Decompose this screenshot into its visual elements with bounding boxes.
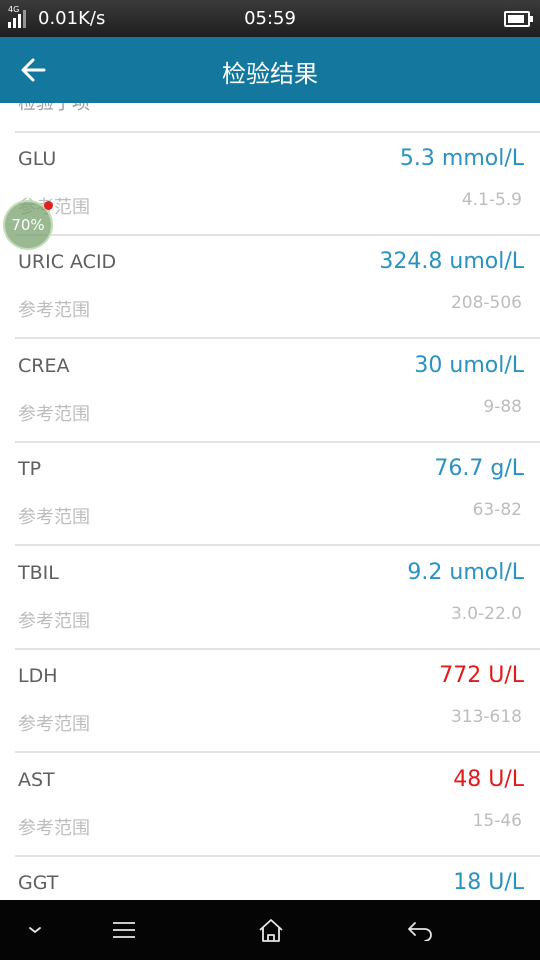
reference-range: 313-618 xyxy=(450,707,522,727)
test-value: 18 U/L xyxy=(453,870,524,895)
result-row-tbil[interactable]: TBIL 9.2 umol/L 参考范围 3.0-22.0 xyxy=(0,547,540,650)
test-name: LDH xyxy=(18,665,58,687)
page-title: 检验结果 xyxy=(222,60,318,88)
test-name: TBIL xyxy=(18,562,59,584)
test-name: GLU xyxy=(18,148,57,170)
reference-range: 3.0-22.0 xyxy=(450,604,522,624)
navigation-bar xyxy=(0,900,540,960)
reference-range: 208-506 xyxy=(450,293,522,313)
notification-dot xyxy=(44,201,53,210)
test-value: 5.3 mmol/L xyxy=(399,146,524,171)
reference-range: 4.1-5.9 xyxy=(461,190,522,210)
reference-label: 参考范围 xyxy=(18,300,90,321)
result-row-ggt[interactable]: GGT 18 U/L xyxy=(0,857,540,900)
test-value: 30 umol/L xyxy=(414,353,524,378)
memory-boost-bubble[interactable]: 70% xyxy=(3,200,53,250)
app-bar: 检验结果 xyxy=(0,37,540,103)
result-row-crea[interactable]: CREA 30 umol/L 参考范围 9-88 xyxy=(0,340,540,443)
reference-range: 9-88 xyxy=(483,397,522,417)
result-row-ast[interactable]: AST 48 U/L 参考范围 15-46 xyxy=(0,754,540,857)
divider xyxy=(15,751,540,753)
collapse-nav-button[interactable] xyxy=(0,900,70,960)
clock: 05:59 xyxy=(244,8,296,29)
reference-range: 15-46 xyxy=(472,811,522,831)
test-name: AST xyxy=(18,769,55,791)
test-name: URIC ACID xyxy=(18,251,117,273)
reference-label: 参考范围 xyxy=(18,714,90,735)
back-nav-button[interactable] xyxy=(385,900,455,960)
test-value: 324.8 umol/L xyxy=(379,249,524,274)
menu-icon xyxy=(113,922,135,938)
divider xyxy=(15,544,540,546)
test-value: 76.7 g/L xyxy=(434,456,524,481)
chevron-down-icon xyxy=(29,927,41,934)
battery-icon xyxy=(504,11,533,27)
test-name: GGT xyxy=(18,872,59,894)
test-value-abnormal: 772 U/L xyxy=(439,663,524,688)
divider xyxy=(15,337,540,339)
section-label-partial: 检验子项 xyxy=(18,103,90,114)
test-name: CREA xyxy=(18,355,70,377)
result-row-glu[interactable]: GLU 5.3 mmol/L 参考范围 4.1-5.9 xyxy=(0,133,540,236)
result-row-ldh[interactable]: LDH 772 U/L 参考范围 313-618 xyxy=(0,650,540,753)
result-row-uric-acid[interactable]: URIC ACID 324.8 umol/L 参考范围 208-506 xyxy=(0,236,540,339)
menu-button[interactable] xyxy=(89,900,159,960)
test-name: TP xyxy=(18,458,42,480)
home-icon xyxy=(259,919,283,942)
test-value-abnormal: 48 U/L xyxy=(453,767,524,792)
reference-range: 63-82 xyxy=(472,500,522,520)
home-button[interactable] xyxy=(236,900,306,960)
result-row-tp[interactable]: TP 76.7 g/L 参考范围 63-82 xyxy=(0,443,540,546)
test-value: 9.2 umol/L xyxy=(407,560,524,585)
reference-label: 参考范围 xyxy=(18,507,90,528)
status-bar: 4G 0.01K/s 05:59 xyxy=(0,0,540,37)
memory-percent: 70% xyxy=(11,216,45,234)
reference-label: 参考范围 xyxy=(18,404,90,425)
results-list[interactable]: 检验子项 GLU 5.3 mmol/L 参考范围 4.1-5.9 URIC AC… xyxy=(0,103,540,900)
reference-label: 参考范围 xyxy=(18,818,90,839)
reference-label: 参考范围 xyxy=(18,611,90,632)
back-icon xyxy=(408,922,432,941)
